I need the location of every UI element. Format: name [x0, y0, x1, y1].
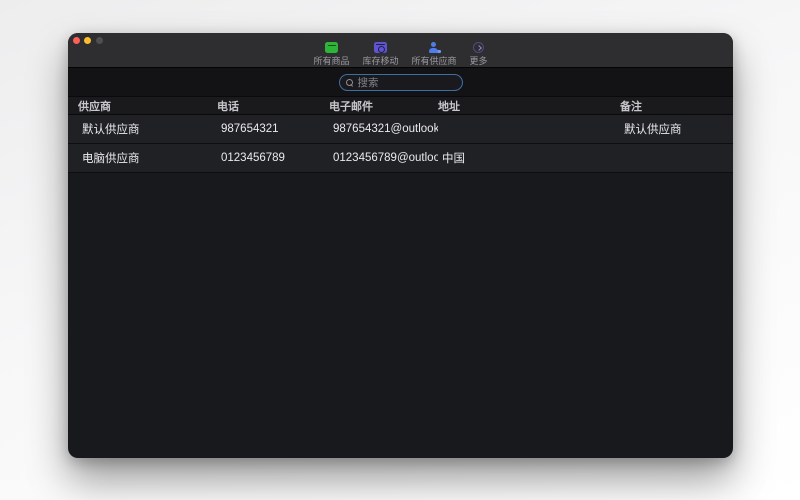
stock-movement-box-icon: [374, 42, 387, 53]
suppliers-person-icon: [428, 42, 441, 53]
toolbar-item-stock-movement[interactable]: 库存移动: [362, 42, 398, 66]
table-header: 供应商 电话 电子邮件 地址 备注: [68, 96, 733, 115]
toolbar-item-label: 更多: [470, 56, 488, 66]
search-input[interactable]: [358, 77, 456, 89]
table-row[interactable]: 电脑供应商 0123456789 0123456789@outlook.com …: [68, 144, 733, 173]
more-chevron-circle-icon: [473, 42, 484, 53]
toolbar-item-label: 库存移动: [362, 56, 398, 66]
column-header-phone[interactable]: 电话: [217, 98, 329, 114]
minimize-button[interactable]: [84, 37, 91, 44]
close-button[interactable]: [73, 37, 80, 44]
toolbar-item-label: 所有商品: [313, 56, 349, 66]
traffic-lights: [73, 37, 103, 44]
cell-email: 0123456789@outlook.com: [329, 152, 438, 164]
cell-supplier: 默认供应商: [78, 121, 217, 137]
table-row[interactable]: 默认供应商 987654321 987654321@outlook.com 默认…: [68, 115, 733, 144]
cell-phone: 0123456789: [217, 152, 329, 164]
search-field[interactable]: [339, 74, 463, 91]
toolbar-item-more[interactable]: 更多: [470, 42, 488, 66]
supplier-table: 默认供应商 987654321 987654321@outlook.com 默认…: [68, 115, 733, 173]
toolbar-item-all-products[interactable]: 所有商品: [313, 42, 349, 66]
all-products-box-icon: [325, 42, 338, 53]
cell-address: 中国: [438, 150, 620, 166]
column-header-note[interactable]: 备注: [620, 98, 733, 114]
cell-email: 987654321@outlook.com: [329, 123, 438, 135]
app-window: 所有商品 库存移动 所有供应商 更多 + 供应商 电话 电子邮件 地址: [68, 33, 733, 458]
search-strip: +: [68, 68, 733, 96]
zoom-button-disabled: [96, 37, 103, 44]
cell-phone: 987654321: [217, 123, 329, 135]
titlebar: 所有商品 库存移动 所有供应商 更多: [68, 33, 733, 68]
column-header-supplier[interactable]: 供应商: [78, 98, 217, 114]
toolbar-item-label: 所有供应商: [412, 56, 457, 66]
column-header-email[interactable]: 电子邮件: [329, 98, 438, 114]
search-icon: [346, 79, 354, 87]
cell-note: 默认供应商: [620, 121, 733, 137]
toolbar: 所有商品 库存移动 所有供应商 更多: [313, 42, 487, 66]
cell-supplier: 电脑供应商: [78, 150, 217, 166]
column-header-address[interactable]: 地址: [438, 98, 620, 114]
toolbar-item-all-suppliers[interactable]: 所有供应商: [412, 42, 457, 66]
